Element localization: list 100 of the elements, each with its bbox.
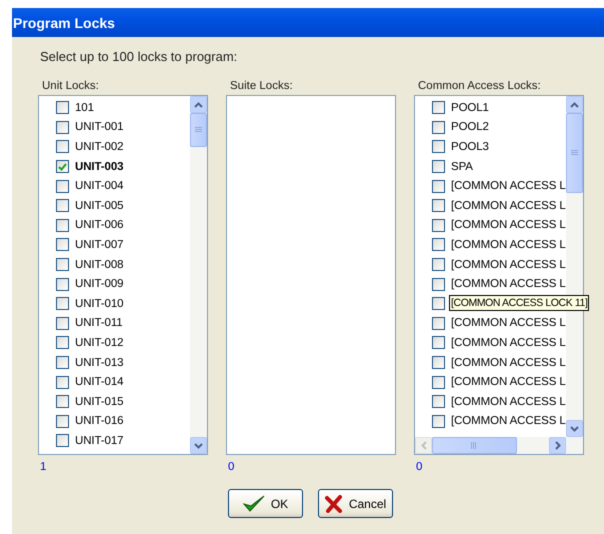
list-item-label[interactable]: [COMMON ACCESS L [451,336,566,349]
checkbox[interactable] [56,180,69,193]
checkbox[interactable] [56,376,69,389]
list-item-label[interactable]: UNIT-012 [75,336,124,349]
list-item-label[interactable]: [COMMON ACCESS L [451,356,566,369]
checkbox[interactable] [432,376,445,389]
checkbox[interactable] [432,258,445,272]
scroll-up-button[interactable] [566,96,583,113]
list-item-label[interactable]: [COMMON ACCESS L [451,258,566,271]
checkbox[interactable] [432,336,445,350]
list-item-label[interactable]: [COMMON ACCESS L [451,415,566,428]
checkbox[interactable] [56,297,69,310]
list-label: Suite Locks: [230,80,294,92]
list-item-label[interactable]: [COMMON ACCESS L [451,219,566,232]
checkbox[interactable] [56,414,69,428]
caret-up-icon [194,102,203,108]
scroll-down-button[interactable] [566,420,583,437]
list-item-label[interactable]: UNIT-005 [75,200,124,212]
checkbox[interactable] [56,336,69,350]
checkbox[interactable] [56,238,69,252]
list-item-label[interactable]: UNIT-016 [75,415,124,428]
checkbox[interactable] [432,140,445,154]
list-item-label[interactable]: 101 [75,102,94,114]
checkbox-list[interactable] [226,95,396,455]
list-item-label[interactable]: [COMMON ACCESS L [451,317,566,330]
scroll-up-button[interactable] [190,96,207,113]
x-icon [324,494,343,512]
list-label: Common Access Locks: [418,80,542,92]
list-item-label[interactable]: SPA [451,160,473,173]
grip-icon [571,150,578,156]
checkbox[interactable] [56,356,69,370]
checkbox[interactable] [432,199,445,212]
checkbox[interactable] [432,414,445,428]
list-item-label[interactable]: POOL3 [451,140,489,153]
list-item-label[interactable]: [COMMON ACCESS L [451,238,566,251]
checkbox[interactable] [56,199,69,212]
list-item-label[interactable]: [COMMON ACCESS L [451,200,566,212]
checkbox[interactable] [432,238,445,252]
checkbox[interactable] [432,316,445,330]
list-item-label[interactable]: [COMMON ACCESS L [451,278,566,290]
list-item-label[interactable]: UNIT-010 [75,298,124,310]
list-item-label[interactable]: POOL2 [451,121,489,134]
grip-icon [471,442,478,449]
list-item-label[interactable]: [COMMON ACCESS L [451,396,566,408]
checkbox[interactable] [56,120,69,134]
caret-up-icon [570,102,579,108]
list-item-label[interactable]: UNIT-008 [75,258,124,271]
instruction-text: Select up to 100 locks to program: [40,49,238,64]
ok-button[interactable]: OK [228,489,303,518]
checkbox[interactable] [56,140,69,154]
list-item-label[interactable]: UNIT-013 [75,356,124,369]
list-label: Unit Locks: [42,80,100,92]
list-item-label[interactable]: UNIT-003 [75,160,124,173]
checkbox[interactable] [432,395,445,408]
checkbox[interactable] [56,395,69,408]
horizontal-scrollbar[interactable] [415,437,566,454]
checkbox[interactable] [56,258,69,272]
checkbox[interactable] [56,434,69,448]
list-item-label[interactable]: [COMMON ACCESS L [451,180,566,192]
list-item-label[interactable]: UNIT-001 [75,121,124,134]
list-item-label[interactable]: UNIT-007 [75,238,124,251]
list-item-label[interactable]: UNIT-011 [75,317,123,330]
list-item-label[interactable]: POOL1 [451,102,489,114]
scroll-thumb[interactable] [190,113,207,147]
checkbox[interactable] [56,278,69,291]
checkbox[interactable] [432,120,445,134]
checkbox[interactable] [432,356,445,370]
scroll-down-button[interactable] [190,437,207,454]
list-item-label[interactable]: [COMMON ACCESS L [451,376,566,388]
selected-count: 0 [228,461,236,473]
checkbox[interactable] [432,278,445,291]
checkbox[interactable] [432,297,445,310]
caret-down-icon [194,442,203,448]
tooltip: [COMMON ACCESS LOCK 11] [449,294,590,311]
list-item-label[interactable]: UNIT-017 [75,434,124,447]
checkbox[interactable] [432,180,445,193]
checkbox[interactable] [56,101,69,114]
cancel-button[interactable]: Cancel [318,489,393,518]
checkbox[interactable] [56,218,69,232]
selected-count: 1 [40,461,48,473]
checkbox[interactable] [56,316,69,330]
scroll-thumb[interactable] [566,113,583,193]
list-item-label[interactable]: UNIT-006 [75,219,124,232]
list-item-label[interactable]: UNIT-004 [75,180,124,192]
checkmark-icon [58,162,67,171]
caret-right-icon [554,441,560,450]
list-item-label[interactable]: UNIT-015 [75,396,124,408]
checkbox-list[interactable]: 101 UNIT-001 UNIT-002 UNIT-003 UNIT-004 UNIT-005 UNIT-006 UNIT-007 UNIT-008 UNIT-009 UNIT-010 UNIT-011 UNIT-012 UNIT-013 UNIT-014 UNIT-015 UNIT-016 UNIT-017 [38,95,208,455]
checkbox[interactable] [432,101,445,114]
checkbox[interactable] [56,160,69,174]
list-item-label[interactable]: UNIT-002 [75,140,124,153]
scroll-right-button[interactable] [549,437,566,454]
scroll-thumb[interactable] [432,437,517,454]
vertical-scrollbar[interactable] [190,96,207,454]
checkbox[interactable] [432,218,445,232]
list-item-label[interactable]: UNIT-014 [75,376,124,388]
checkbox[interactable] [432,160,445,174]
selected-count: 0 [416,461,424,473]
caret-left-icon [420,441,426,450]
list-item-label[interactable]: UNIT-009 [75,278,124,290]
